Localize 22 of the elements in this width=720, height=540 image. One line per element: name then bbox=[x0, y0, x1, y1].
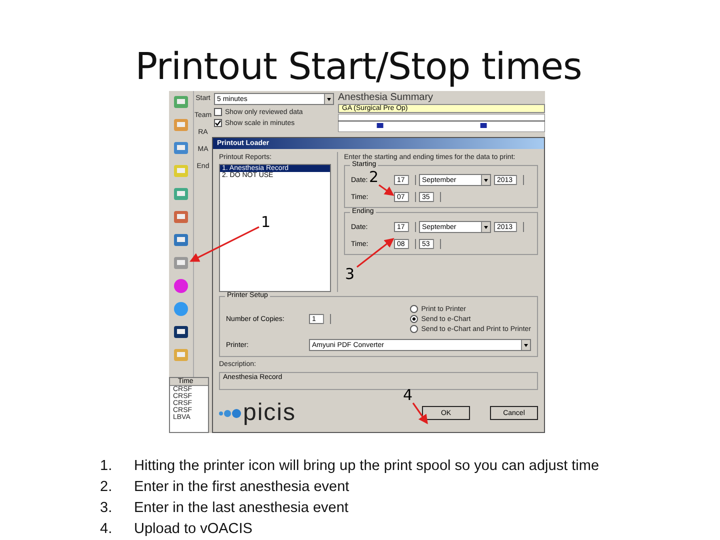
logo-text: picis bbox=[243, 400, 296, 426]
step-text: Enter in the last anesthesia event bbox=[134, 499, 348, 518]
annotation-number: 4 bbox=[403, 388, 413, 403]
radio-button[interactable] bbox=[410, 315, 418, 323]
annotation-number: 3 bbox=[345, 267, 355, 282]
summary-title: Anesthesia Summary bbox=[338, 93, 434, 103]
checkbox[interactable] bbox=[214, 119, 222, 127]
step-number: 4. bbox=[100, 520, 114, 539]
annotation-number: 1 bbox=[261, 215, 271, 230]
step-number: 1. bbox=[100, 457, 114, 476]
radio-button[interactable] bbox=[410, 325, 418, 333]
step-text: Enter in the first anesthesia event bbox=[134, 478, 350, 497]
step-text: Upload to vOACIS bbox=[134, 520, 252, 539]
toolbar-icon[interactable] bbox=[172, 323, 190, 341]
slide-title: Printout Start/Stop times bbox=[135, 44, 582, 90]
checkbox[interactable] bbox=[214, 108, 222, 116]
annotation-number: 2 bbox=[369, 170, 379, 185]
step-number: 2. bbox=[100, 478, 114, 497]
step-text: Hitting the printer icon will bring up the print spool so you can adjust time bbox=[134, 457, 600, 476]
radio-button[interactable] bbox=[410, 305, 418, 313]
step-number: 3. bbox=[100, 499, 114, 518]
logo-dots-icon bbox=[219, 408, 241, 418]
